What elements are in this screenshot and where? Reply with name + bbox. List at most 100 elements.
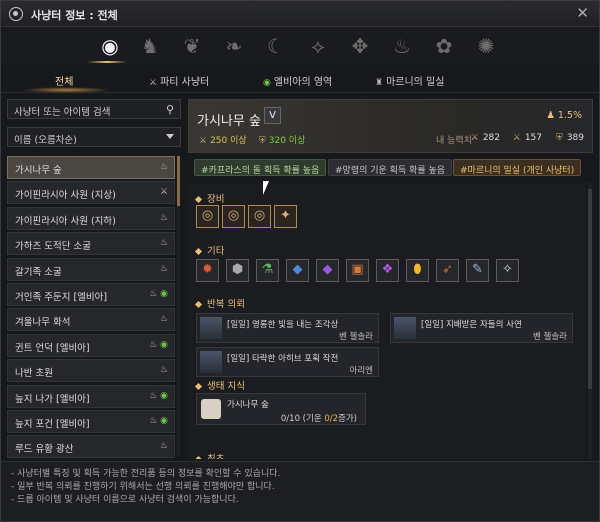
- spirit-icon: ♨: [149, 390, 158, 401]
- list-item-icons: ♨: [160, 238, 168, 248]
- detail-scrollbar-thumb[interactable]: [588, 189, 592, 389]
- list-item-icons: ♨: [160, 314, 168, 324]
- section-quests-title: 반복 의뢰: [207, 299, 245, 310]
- list-item[interactable]: 루드 유황 광산 ♨: [7, 435, 175, 459]
- sword-icon: ⚔: [199, 136, 208, 146]
- tag-row: #카프라스의 돌 획득 확률 높음 #망령의 기운 획득 확률 높음 #마르니의…: [188, 159, 593, 177]
- section-next: 최초: [194, 451, 224, 459]
- list-item-icons: ⚔: [160, 187, 168, 197]
- list-item[interactable]: 갈기족 소굴 ♨: [7, 257, 175, 281]
- ring-icon[interactable]: ◎: [248, 205, 271, 228]
- armor-stone-icon[interactable]: ⬢: [226, 259, 249, 282]
- tab-party[interactable]: ⚔ 파티 사냥터: [149, 73, 209, 88]
- list-item[interactable]: 늪지 나가 [엘비아] ♨ ◉: [7, 384, 175, 408]
- fire-stone-icon[interactable]: ✹: [196, 259, 219, 282]
- list-item[interactable]: 늪지 포건 [엘비아] ♨ ◉: [7, 410, 175, 433]
- blue-crystal-icon[interactable]: ◆: [286, 259, 309, 282]
- list-item-label: 겨울나무 화석: [15, 317, 71, 329]
- list-item[interactable]: 가이핀라시아 사원 (지상) ⚔: [7, 181, 175, 205]
- diamond-icon: [194, 382, 203, 391]
- scroll-icon[interactable]: ✎: [466, 259, 489, 282]
- region-dropdown-button[interactable]: V: [264, 107, 281, 124]
- list-item[interactable]: 귄트 언덕 [엘비아] ♨ ◉: [7, 333, 175, 357]
- list-item[interactable]: 가시나무 숲 ♨: [7, 156, 175, 179]
- gear-swirl-icon[interactable]: ◉: [97, 33, 123, 59]
- knowledge-card[interactable]: 가시나무 숲 0/10 (기운 0/2증가): [196, 393, 366, 425]
- footer-line: - 일부 반복 의뢰를 진행하기 위해서는 선행 의뢰를 진행해야만 합니다.: [11, 482, 275, 492]
- list-item-label: 귄트 언덕 [엘비아]: [15, 342, 90, 354]
- wings-icon[interactable]: ❧: [221, 33, 247, 59]
- list-item[interactable]: 나반 초원 ♨: [7, 359, 175, 383]
- quest-card[interactable]: [일일] 지배받은 자들의 사연 벤 첼솔라: [390, 313, 573, 343]
- tab-margoria[interactable]: ♜ 마르니의 밀실: [375, 73, 444, 88]
- diamond-icon: [194, 455, 203, 459]
- window-title: 사냥터 정보 : 전체: [31, 9, 118, 22]
- horn-icon[interactable]: ➶: [436, 259, 459, 282]
- tab-all[interactable]: 전체: [55, 73, 73, 88]
- quest-npc: 벤 첼솔라: [339, 332, 373, 342]
- list-scrollbar-thumb[interactable]: [177, 156, 180, 206]
- search-input[interactable]: 사냥터 또는 아이템 검색 ⚲: [7, 99, 181, 119]
- quest-thumbnail: [394, 317, 416, 339]
- sort-select[interactable]: 이름 (오름차순): [7, 127, 181, 147]
- room-icon: ♜: [375, 78, 384, 88]
- category-active-indicator: [87, 61, 127, 63]
- ring-icon[interactable]: ◎: [196, 205, 219, 228]
- flame-icon[interactable]: ♨: [389, 33, 415, 59]
- list-item-label: 가시나무 숲: [15, 165, 62, 176]
- silver-pile-icon[interactable]: ✧: [496, 259, 519, 282]
- quest-card[interactable]: [일일] 타락한 아히브 포획 작전 아리엔: [196, 347, 379, 377]
- list-item-icons: ♨: [160, 264, 168, 274]
- close-button[interactable]: ✕: [576, 4, 589, 22]
- sword-icon: ⚔: [470, 133, 479, 143]
- purple-crystal-icon[interactable]: ◆: [316, 259, 339, 282]
- tag-caphras: #카프라스의 돌 획득 확률 높음: [194, 159, 327, 176]
- quest-npc: 아리엔: [349, 366, 373, 376]
- list-item[interactable]: 가이핀라시아 사원 (지하) ♨: [7, 206, 175, 230]
- crystal-icon[interactable]: ✦: [274, 205, 297, 228]
- quest-title: [일일] 영롱한 빛을 내는 조각상: [227, 320, 339, 330]
- golden-egg-icon[interactable]: ⬮: [406, 259, 429, 282]
- knowledge-name: 가시나무 숲: [227, 400, 269, 410]
- list-item[interactable]: 겨울나무 화석 ♨: [7, 308, 175, 332]
- tab-elvia[interactable]: ◉ 엘비아의 영역: [263, 73, 332, 88]
- knowledge-progress-suffix: 증가): [338, 414, 357, 424]
- spirit-icon: ♨: [159, 238, 168, 249]
- category-row: ◉ ♞ ❦ ❧ ☾ ⟡ ✥ ♨ ✿ ✺: [1, 27, 599, 65]
- lotus-icon[interactable]: ✿: [431, 33, 457, 59]
- elvia-icon: ◉: [160, 339, 168, 350]
- purple-gem-icon[interactable]: ❖: [376, 259, 399, 282]
- red-box-icon[interactable]: ▣: [346, 259, 369, 282]
- section-knowledge-title: 생태 지식: [207, 381, 245, 392]
- my-dp: ⛨ 389: [556, 133, 584, 143]
- green-potion-icon[interactable]: ⚗: [256, 259, 279, 282]
- knowledge-portrait-icon: [201, 399, 221, 419]
- detail-content: 장비 ◎ ◎ ◎ ✦ 기타 ✹ ⬢ ⚗ ◆ ◆ ▣ ❖ ⬮ ➶ ✎ ✧ 반복 의뢰 [일일] 영롱한 빛을…: [188, 183, 586, 459]
- section-knowledge: 생태 지식: [194, 378, 245, 392]
- hunting-ground-window: 사냥터 정보 : 전체 ✕ ◉ ♞ ❦ ❧ ☾ ⟡ ✥ ♨ ✿ ✺ 전체 ⚔ 파티 사냥터 ◉ 엘비아…: [0, 0, 600, 522]
- my-ap-value: 282: [482, 133, 500, 143]
- search-icon[interactable]: ⚲: [166, 103, 174, 116]
- ornament-icon[interactable]: ✥: [347, 33, 373, 59]
- section-next-title: 최초: [207, 454, 224, 459]
- list-item-icons: ♨: [160, 162, 168, 172]
- tag-margoria: #마르니의 밀실 (개인 사냥터): [453, 159, 582, 176]
- spirit-icon: ♨: [159, 263, 168, 274]
- spirit-icon: ♨: [149, 339, 158, 350]
- diamond-icon: [194, 247, 203, 256]
- list-item[interactable]: 가하즈 도적단 소굴 ♨: [7, 232, 175, 256]
- region-header: 가시나무 숲 V ⚔ 250 이상 ⛨ 320 이상 ♟ 1.5% 내 능력치 ⚔ 2…: [188, 99, 593, 153]
- list-item[interactable]: 거인족 주둔지 [엘비아] ♨ ◉: [7, 283, 175, 306]
- quest-thumbnail: [200, 317, 222, 339]
- my-aap-value: 157: [524, 133, 542, 143]
- moon-icon[interactable]: ☾: [263, 33, 289, 59]
- ring-icon[interactable]: ◎: [222, 205, 245, 228]
- eagle-icon[interactable]: ❦: [179, 33, 205, 59]
- crest-icon[interactable]: ⟡: [305, 33, 331, 59]
- horse-icon[interactable]: ♞: [137, 33, 163, 59]
- sun-icon[interactable]: ✺: [473, 33, 499, 59]
- party-icon: ⚔: [159, 187, 168, 198]
- list-item-label: 갈기족 소굴: [15, 266, 62, 278]
- diamond-icon: [194, 195, 203, 204]
- quest-card[interactable]: [일일] 영롱한 빛을 내는 조각상 벤 첼솔라: [196, 313, 379, 343]
